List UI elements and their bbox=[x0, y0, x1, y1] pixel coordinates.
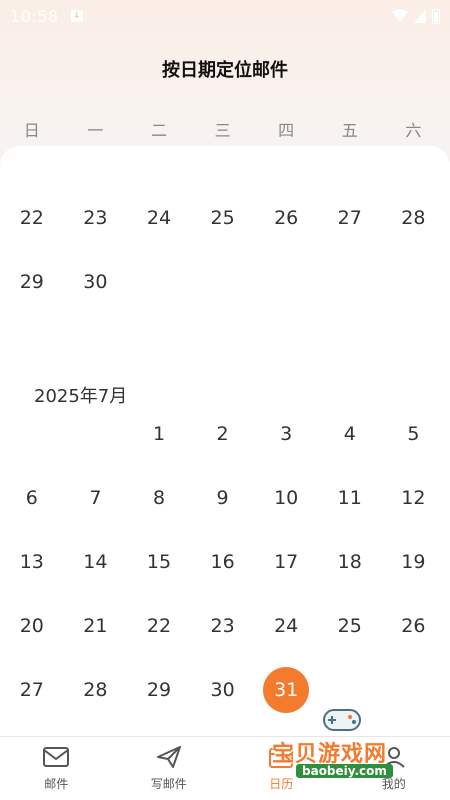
day-cell[interactable]: 2 bbox=[191, 414, 255, 454]
day-cell[interactable]: 24 bbox=[254, 606, 318, 646]
day-cell[interactable]: 30 bbox=[64, 262, 128, 302]
day-cell bbox=[318, 262, 382, 302]
day-cell[interactable]: 12 bbox=[382, 478, 446, 518]
watermark-url: baobeiy.com bbox=[296, 764, 393, 778]
day-cell[interactable]: 22 bbox=[0, 198, 64, 238]
month-title: 2025年7月 bbox=[34, 386, 128, 407]
day-cell[interactable]: 16 bbox=[191, 542, 255, 582]
day-cell[interactable]: 24 bbox=[127, 198, 191, 238]
week-row: 13 14 15 16 17 18 19 bbox=[0, 542, 450, 582]
week-row: 22 23 24 25 26 27 28 bbox=[0, 198, 450, 238]
day-cell[interactable]: 13 bbox=[0, 542, 64, 582]
weekday-label: 一 bbox=[87, 121, 104, 140]
tab-mail[interactable]: 邮件 bbox=[0, 737, 113, 800]
day-cell bbox=[382, 262, 446, 302]
day-cell[interactable]: 26 bbox=[254, 198, 318, 238]
day-cell[interactable]: 11 bbox=[318, 478, 382, 518]
mail-icon bbox=[43, 747, 70, 767]
tab-compose[interactable]: 写邮件 bbox=[113, 737, 226, 800]
download-icon: ↓ bbox=[70, 10, 83, 22]
status-bar: 10:58 ↓ bbox=[0, 0, 450, 32]
day-cell bbox=[64, 414, 128, 454]
day-cell[interactable]: 23 bbox=[64, 198, 128, 238]
day-cell[interactable]: 23 bbox=[191, 606, 255, 646]
day-cell bbox=[191, 262, 255, 302]
day-cell[interactable]: 3 bbox=[254, 414, 318, 454]
day-cell[interactable]: 10 bbox=[254, 478, 318, 518]
day-cell[interactable]: 14 bbox=[64, 542, 128, 582]
tab-label: 写邮件 bbox=[150, 777, 187, 791]
day-cell bbox=[127, 262, 191, 302]
day-cell[interactable]: 22 bbox=[127, 606, 191, 646]
day-cell[interactable]: 5 bbox=[382, 414, 446, 454]
day-cell[interactable]: 18 bbox=[318, 542, 382, 582]
week-row: 29 30 bbox=[0, 262, 450, 302]
day-cell[interactable]: 29 bbox=[0, 262, 64, 302]
day-cell[interactable]: 15 bbox=[127, 542, 191, 582]
day-cell[interactable]: 27 bbox=[318, 198, 382, 238]
signal-icon bbox=[414, 9, 426, 23]
weekday-label: 四 bbox=[278, 121, 295, 140]
day-cell[interactable]: 29 bbox=[127, 670, 191, 710]
day-cell[interactable]: 17 bbox=[254, 542, 318, 582]
day-cell[interactable]: 25 bbox=[191, 198, 255, 238]
watermark-logo: 宝贝游戏网 baobeiy.com bbox=[262, 700, 422, 784]
week-row: 1 2 3 4 5 bbox=[0, 414, 450, 454]
day-cell[interactable]: 8 bbox=[127, 478, 191, 518]
day-cell[interactable]: 28 bbox=[64, 670, 128, 710]
gamepad-icon bbox=[323, 709, 361, 731]
day-cell[interactable]: 4 bbox=[318, 414, 382, 454]
wifi-icon bbox=[392, 9, 408, 22]
day-cell bbox=[0, 414, 64, 454]
weekday-label: 五 bbox=[341, 121, 358, 140]
status-icons bbox=[392, 8, 440, 24]
day-cell bbox=[254, 262, 318, 302]
day-cell[interactable]: 9 bbox=[191, 478, 255, 518]
day-cell[interactable]: 7 bbox=[64, 478, 128, 518]
day-cell[interactable]: 21 bbox=[64, 606, 128, 646]
weekday-label: 六 bbox=[405, 121, 422, 140]
weekday-label: 日 bbox=[23, 121, 40, 140]
send-icon bbox=[156, 746, 181, 768]
page-title: 按日期定位邮件 bbox=[162, 60, 288, 81]
weekday-label: 三 bbox=[214, 121, 231, 140]
day-cell[interactable]: 6 bbox=[0, 478, 64, 518]
week-row: 20 21 22 23 24 25 26 bbox=[0, 606, 450, 646]
day-cell[interactable]: 26 bbox=[382, 606, 446, 646]
day-cell[interactable]: 28 bbox=[382, 198, 446, 238]
weekday-label: 二 bbox=[150, 121, 167, 140]
tab-label: 邮件 bbox=[44, 777, 69, 791]
week-row: 6 7 8 9 10 11 12 bbox=[0, 478, 450, 518]
day-cell[interactable]: 1 bbox=[127, 414, 191, 454]
battery-icon bbox=[432, 8, 440, 24]
calendar-sheet: 22 23 24 25 26 27 28 29 30 2025年7月 1 2 3… bbox=[0, 146, 450, 736]
day-cell[interactable]: 27 bbox=[0, 670, 64, 710]
weekday-header: 日 一 二 三 四 五 六 bbox=[0, 117, 450, 141]
status-time: 10:58 bbox=[10, 6, 59, 26]
day-cell[interactable]: 20 bbox=[0, 606, 64, 646]
day-cell[interactable]: 30 bbox=[191, 670, 255, 710]
day-cell[interactable]: 19 bbox=[382, 542, 446, 582]
day-cell[interactable]: 25 bbox=[318, 606, 382, 646]
